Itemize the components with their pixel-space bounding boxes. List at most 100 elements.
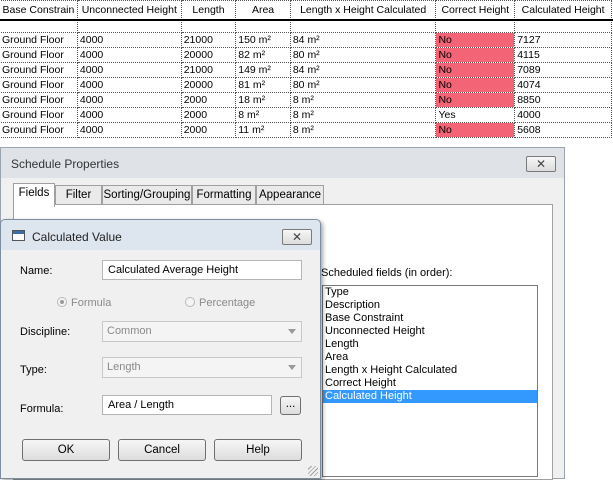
table-cell[interactable]: Ground Floor (0, 77, 78, 93)
help-button[interactable]: Help (214, 439, 302, 461)
table-cell[interactable]: 21000 (180, 32, 237, 48)
table-cell[interactable]: 4000 (76, 77, 182, 93)
table-cell[interactable]: Ground Floor (0, 62, 78, 78)
table-cell[interactable]: Yes (435, 107, 516, 123)
table-cell[interactable]: 7127 (514, 32, 612, 48)
type-select[interactable]: Length (102, 357, 302, 378)
table-cell[interactable]: 4000 (76, 62, 182, 78)
table-row[interactable]: Ground Floor 4000 2000 8 m² 8 m² Yes 4000 (0, 107, 612, 123)
column-header[interactable]: Length (180, 0, 237, 20)
table-cell[interactable]: 20000 (180, 47, 237, 63)
table-cell[interactable]: Ground Floor (0, 32, 78, 48)
table-cell[interactable]: 80 m² (289, 47, 437, 63)
list-item[interactable]: Unconnected Height (323, 325, 537, 338)
table-cell[interactable]: No (435, 92, 516, 108)
table-cell[interactable]: 4074 (514, 77, 612, 93)
radio-selected-icon (57, 297, 67, 307)
column-header[interactable]: Area (235, 0, 291, 20)
table-cell[interactable]: 2000 (180, 107, 237, 123)
table-cell[interactable]: 4000 (76, 107, 182, 123)
table-cell[interactable]: 4000 (76, 122, 182, 138)
header-divider (0, 19, 613, 21)
table-cell[interactable]: 21000 (180, 62, 237, 78)
table-cell[interactable]: 11 m² (235, 122, 291, 138)
list-item[interactable]: Length (323, 338, 537, 351)
list-item[interactable]: Length x Height Calculated (323, 364, 537, 377)
table-cell[interactable]: 18 m² (235, 92, 291, 108)
table-cell[interactable]: 4000 (76, 47, 182, 63)
tab-appearance[interactable]: Appearance (256, 185, 324, 205)
table-cell[interactable]: 2000 (180, 122, 237, 138)
table-cell[interactable]: 84 m² (289, 32, 437, 48)
discipline-select[interactable]: Common (102, 321, 302, 342)
table-cell[interactable]: 8 m² (289, 122, 437, 138)
table-cell[interactable]: 8 m² (289, 92, 437, 108)
column-header[interactable]: Unconnected Height (76, 0, 182, 20)
table-cell[interactable]: No (435, 47, 516, 63)
table-cell[interactable]: 8 m² (235, 107, 291, 123)
table-cell[interactable]: Ground Floor (0, 107, 78, 123)
table-cell[interactable]: 4000 (76, 92, 182, 108)
resize-grip-icon[interactable] (308, 466, 318, 476)
formula-field[interactable]: Area / Length (102, 395, 272, 415)
formula-browse-button[interactable]: ... (280, 396, 301, 415)
table-row[interactable]: Ground Floor 4000 21000 150 m² 84 m² No 7127 (0, 32, 612, 48)
name-field[interactable]: Calculated Average Height (102, 260, 302, 280)
ok-button[interactable]: OK (22, 439, 110, 461)
table-cell[interactable]: No (435, 122, 516, 138)
table-cell[interactable]: Ground Floor (0, 92, 78, 108)
calculated-value-dialog: Calculated Value ✕ Name: Calculated Aver… (0, 219, 321, 479)
table-cell[interactable]: No (435, 32, 516, 48)
list-item[interactable]: Calculated Height (323, 390, 537, 403)
list-item[interactable]: Description (323, 299, 537, 312)
table-cell[interactable]: 81 m² (235, 77, 291, 93)
table-cell[interactable]: 84 m² (289, 62, 437, 78)
table-cell[interactable]: No (435, 62, 516, 78)
table-cell[interactable]: 150 m² (235, 32, 291, 48)
table-cell[interactable]: 2000 (180, 92, 237, 108)
list-item[interactable]: Type (323, 286, 537, 299)
column-header[interactable]: Base Constrain (0, 0, 78, 20)
close-icon[interactable]: ✕ (526, 156, 556, 172)
table-cell[interactable]: Ground Floor (0, 47, 78, 63)
table-cell[interactable]: Ground Floor (0, 122, 78, 138)
blank-cell (435, 19, 516, 33)
tab-fields[interactable]: Fields (13, 183, 55, 207)
table-row[interactable]: Ground Floor 4000 20000 82 m² 80 m² No 4115 (0, 47, 612, 63)
table-cell[interactable]: 80 m² (289, 77, 437, 93)
table-row[interactable]: Ground Floor 4000 20000 81 m² 80 m² No 4074 (0, 77, 612, 93)
column-header[interactable]: Calculated Height (514, 0, 612, 20)
table-cell[interactable]: No (435, 77, 516, 93)
list-item[interactable]: Area (323, 351, 537, 364)
column-header[interactable]: Length x Height Calculated (289, 0, 437, 20)
blank-row (0, 19, 612, 33)
list-item[interactable]: Base Constraint (323, 312, 537, 325)
table-cell[interactable]: 8 m² (289, 107, 437, 123)
tab-formatting[interactable]: Formatting (192, 185, 256, 205)
table-cell[interactable]: 149 m² (235, 62, 291, 78)
list-item[interactable]: Correct Height (323, 377, 537, 390)
table-cell[interactable]: 82 m² (235, 47, 291, 63)
table-cell[interactable]: 4000 (514, 107, 612, 123)
table-cell[interactable]: 20000 (180, 77, 237, 93)
schedule-table: Base Constrain Unconnected Height Length Ar… (0, 0, 613, 149)
tab-sorting-grouping[interactable]: Sorting/Grouping (102, 185, 192, 205)
table-row[interactable]: Ground Floor 4000 2000 11 m² 8 m² No 5608 (0, 122, 612, 138)
column-header[interactable]: Correct Height (435, 0, 516, 20)
table-row[interactable]: Ground Floor 4000 21000 149 m² 84 m² No 7089 (0, 62, 612, 78)
name-label: Name: (20, 265, 53, 277)
table-row[interactable]: Ground Floor 4000 2000 18 m² 8 m² No 8850 (0, 92, 612, 108)
table-cell[interactable]: 8850 (514, 92, 612, 108)
table-cell[interactable]: 4115 (514, 47, 612, 63)
discipline-label: Discipline: (20, 326, 71, 338)
tab-filter[interactable]: Filter (55, 185, 102, 205)
table-cell[interactable]: 7089 (514, 62, 612, 78)
table-cell[interactable]: 4000 (76, 32, 182, 48)
percentage-radio[interactable]: Percentage (185, 297, 255, 309)
formula-radio[interactable]: Formula (57, 297, 111, 309)
scheduled-fields-list[interactable]: Type Description Base Constraint Unconnecte… (322, 285, 538, 477)
blank-cell (514, 19, 612, 33)
cancel-button[interactable]: Cancel (118, 439, 206, 461)
close-icon[interactable]: ✕ (282, 229, 312, 245)
table-cell[interactable]: 5608 (514, 122, 612, 138)
